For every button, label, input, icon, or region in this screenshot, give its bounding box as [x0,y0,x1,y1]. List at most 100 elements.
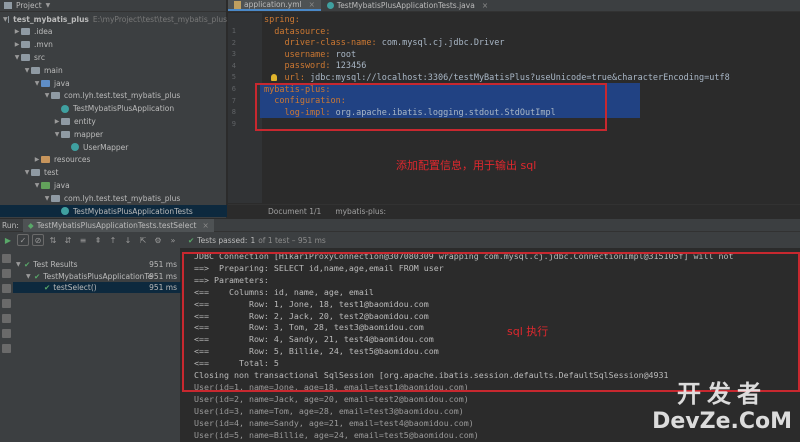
tree-row[interactable]: ▼ main [0,64,227,76]
tree-arrow-icon[interactable]: ▼ [43,92,51,99]
close-icon[interactable]: × [482,1,488,10]
test-tree-row[interactable]: ✔ testSelect() 951 ms [13,282,181,293]
tab-label: application.yml [244,0,302,9]
more-icon[interactable]: » [167,234,179,246]
line-number: 1 [231,27,236,35]
breadcrumb-path[interactable]: mybatis-plus: [335,207,386,216]
up-icon[interactable]: ↑ [107,234,119,246]
line-number: 3 [231,50,236,59]
rerun-failed-icon[interactable] [2,254,11,263]
tree-arrow-icon[interactable]: ▼ [33,182,41,189]
tree-arrow-icon[interactable]: ▼ [16,261,24,268]
test-run-icon: ◆ [27,220,34,230]
tree-arrow-icon[interactable]: ▶ [13,41,21,48]
sql-annotation: sql 执行 [507,325,549,338]
line-number: 9 [231,119,236,128]
close-icon[interactable]: × [202,221,208,230]
tree-arrow-icon[interactable]: ▼ [43,195,51,202]
breadcrumb: Document 1/1 mybatis-plus: [228,204,800,218]
tree-arrow-icon[interactable]: ▼ [23,67,31,74]
tree-row[interactable]: ▼ mapper [0,128,227,140]
tree-arrow-icon[interactable]: ▼ [53,131,61,138]
console-line: User(id=4, name=Sandy, age=21, email=tes… [194,417,474,428]
test-tree-row[interactable]: ▼ ✔ Test Results 951 ms [13,259,181,270]
tree-row-label: .idea [34,27,53,37]
project-header-label: Project [16,1,42,10]
rerun-icon[interactable]: ▶ [2,234,14,246]
exit-icon[interactable] [2,299,11,308]
down-icon[interactable]: ↓ [122,234,134,246]
tree-row[interactable]: TestMybatisPlusApplicationTests [0,205,227,217]
run-toolbar: ▶ ✓ ⊘ ⇅ ⇵ ≡ ⇞ ↑ ↓ ⇱ ⚙ » ✔ Tests passed: … [0,232,800,248]
camera-icon[interactable] [2,284,11,293]
tree-arrow-icon[interactable]: ▼ [3,16,8,23]
folder-icon [21,53,30,61]
tree-row[interactable]: ▼ java [0,179,227,191]
breadcrumb-doc[interactable]: Document 1/1 [268,207,321,216]
run-label: Run: [2,220,19,230]
export-icon[interactable]: ⇱ [137,234,149,246]
tree-row[interactable]: ▼ test_mybatis_plus E:\myProject\test\test… [0,13,227,25]
tree-arrow-icon[interactable]: ▶ [13,28,21,35]
chevron-down-icon[interactable]: ▼ [46,2,51,9]
pin-icon[interactable] [2,329,11,338]
tree-arrow-icon[interactable]: ▶ [33,156,41,163]
folder-icon [41,156,50,164]
folder-icon [31,66,40,74]
tree-row[interactable]: ▶ resources [0,154,227,166]
tab-application-yml[interactable]: application.yml × [228,0,321,11]
tree-row[interactable]: ▶ .idea [0,26,227,38]
tree-row-label: java [54,78,70,88]
tree-row[interactable]: ▶ .mvn [0,39,227,51]
check-filter-icon[interactable]: ✓ [17,234,29,246]
tree-row[interactable]: ▼ src [0,51,227,63]
tree-arrow-icon[interactable]: ▼ [26,273,34,280]
expand-all-icon[interactable]: ≡ [77,234,89,246]
tree-arrow-icon[interactable]: ▶ [53,118,61,125]
watermark-logo: 开发者 DevZe.CoM [652,374,792,434]
layout-icon[interactable] [2,314,11,323]
sql-annotation-box [182,252,800,392]
tree-row[interactable]: ▼ test [0,167,227,179]
yaml-value: root [335,49,357,60]
collapse-all-icon[interactable]: ⇞ [92,234,104,246]
yaml-value: com.mysql.cj.jdbc.Driver [381,38,505,49]
tree-row[interactable]: ▶ entity [0,115,227,127]
watermark-top: 开发者 [677,380,768,408]
tree-arrow-icon[interactable]: ▼ [13,54,21,61]
project-panel-header[interactable]: Project ▼ [0,0,226,12]
sort-duration-icon[interactable]: ⇵ [62,234,74,246]
close-icon[interactable]: × [309,0,315,9]
tree-arrow-icon[interactable]: ▼ [33,80,41,87]
sort-alpha-icon[interactable]: ⇅ [47,234,59,246]
passed-label: Tests passed: [197,235,248,245]
tree-row-label: resources [54,155,91,165]
tree-row[interactable]: ▼ com.lyh.test.test_mybatis_plus [0,192,227,204]
settings-icon[interactable]: ⚙ [152,234,164,246]
tab-tests-java[interactable]: TestMybatisPlusApplicationTests.java × [321,0,494,11]
code-line[interactable]: spring: [264,15,300,26]
tree-row[interactable]: ▼ com.lyh.test.test_mybatis_plus [0,90,227,102]
pass-check-icon: ✔ [44,283,51,292]
help-icon[interactable] [2,344,11,353]
code-line[interactable]: password: 123456 [264,61,366,72]
tree-row-label: entity [74,116,96,126]
tree-row[interactable]: TestMybatisPlusApplication [0,103,227,115]
test-tree-row[interactable]: ▼ ✔ TestMybatisPlusApplicationTe 951 ms [13,271,181,282]
tree-row[interactable]: UserMapper [0,141,227,153]
code-line[interactable]: datasource: [264,27,330,38]
pass-check-icon: ✔ [34,271,41,281]
ignored-filter-icon[interactable]: ⊘ [32,234,44,246]
config-annotation: 添加配置信息，用于输出 sql [396,159,537,172]
stop-icon[interactable] [2,269,11,278]
code-line[interactable]: username: root [264,50,356,61]
project-path: E:\myProject\test\test_mybatis_plus [92,14,227,24]
code-line[interactable]: driver-class-name: com.mysql.cj.jdbc.Dri… [264,38,505,49]
run-config-tab[interactable]: ◆ TestMybatisPlusApplicationTests.testSe… [22,218,214,232]
run-config-label: TestMybatisPlusApplicationTests.testSele… [36,220,197,230]
test-tree-label: TestMybatisPlusApplicationTe [43,271,153,281]
tree-arrow-icon[interactable]: ▼ [23,169,31,176]
tree-row-label: java [54,180,70,190]
tree-row[interactable]: ▼ java [0,77,227,89]
folder-icon [41,181,50,189]
